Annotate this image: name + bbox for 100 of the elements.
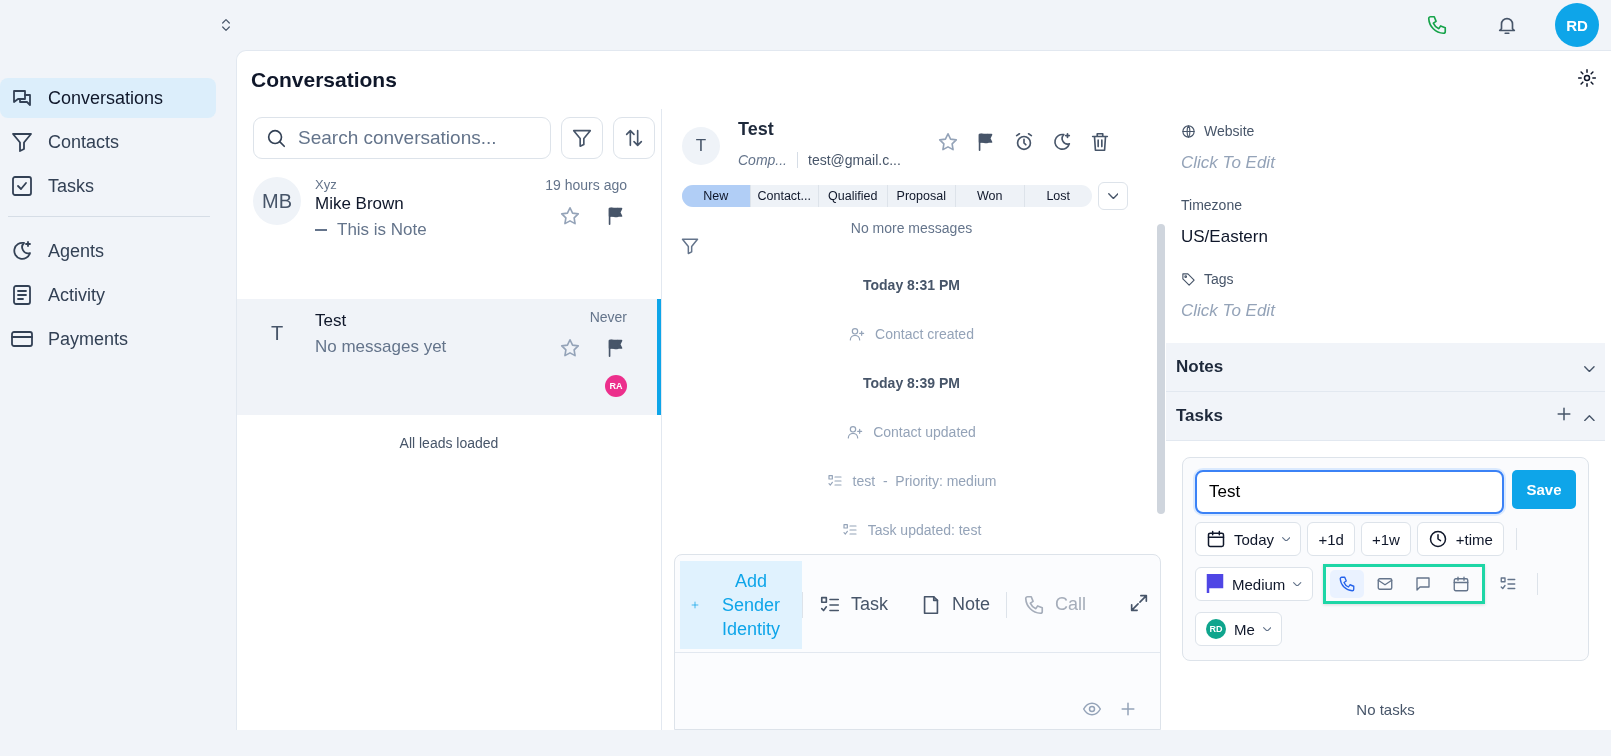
note-dash-icon [315, 229, 327, 231]
checklist-icon [841, 521, 858, 538]
section-title: Tasks [1176, 406, 1223, 426]
filter-button[interactable] [561, 117, 603, 159]
contact-email: test@gmail.c... [808, 152, 901, 168]
timestamp: Never [589, 309, 627, 325]
phone-icon [1337, 575, 1356, 593]
calendar-icon [1206, 529, 1226, 549]
date-separator: Today 8:31 PM [863, 276, 960, 293]
activity-event: Contact updated [873, 423, 976, 440]
filter-icon [680, 236, 700, 256]
date-separator: Today 8:39 PM [863, 374, 960, 391]
envelope-icon [1375, 575, 1394, 593]
checklist-icon [826, 472, 843, 489]
chevron-down-icon [1107, 192, 1119, 200]
date-shortcut-button[interactable]: +1w [1360, 522, 1411, 556]
sidebar-item[interactable]: Tasks [0, 166, 216, 206]
message-preview: No messages yet [315, 337, 447, 357]
contact-avatar: MB [253, 177, 301, 225]
activity-event: Task updated: test [867, 521, 982, 538]
tag-icon [1181, 271, 1196, 287]
chevron-up-icon [1584, 414, 1595, 421]
timeline-notice: No more messages [850, 220, 973, 236]
pipeline-stage[interactable]: Won [955, 185, 1024, 207]
filter-icon [10, 130, 34, 154]
task-title-input[interactable]: Test [1195, 470, 1504, 514]
chevron-down-icon [1262, 626, 1272, 632]
sidebar-item[interactable]: Conversations [0, 78, 216, 118]
search-icon [265, 127, 287, 149]
user-plus-icon [847, 423, 864, 440]
user-plus-icon [849, 325, 866, 342]
globe-icon [1181, 123, 1196, 139]
conversation-row[interactable]: T Test No messages yet Never RA [237, 299, 661, 415]
chevron-down-icon [1282, 536, 1291, 542]
clock-icon [1427, 529, 1448, 549]
date-shortcut-button[interactable]: +1d [1307, 522, 1355, 556]
phone-icon [1023, 593, 1046, 616]
sidebar-item[interactable]: Contacts [0, 122, 216, 162]
chevron-down-icon [1293, 581, 1302, 587]
section-header[interactable]: Tasks [1166, 392, 1605, 441]
contact-name: Test [315, 311, 348, 331]
eye-icon [1082, 699, 1102, 719]
trash-icon [1089, 131, 1111, 153]
sort-button[interactable] [613, 117, 655, 159]
composer-tab[interactable]: Note [904, 560, 1007, 649]
pipeline-stage[interactable]: Contact... [749, 185, 818, 207]
contact-name: Test [738, 119, 775, 140]
sidebar-item[interactable]: Activity [0, 275, 216, 315]
field-label: Website [1204, 123, 1255, 139]
document-list-icon [10, 283, 34, 307]
activity-event: Contact created [875, 325, 974, 342]
message-preview: This is Note [337, 220, 427, 240]
pipeline-stage[interactable]: New [682, 185, 750, 207]
field-value[interactable]: US/Eastern [1181, 227, 1605, 247]
chat-bubble-icon [1413, 575, 1432, 593]
empty-tasks-message: No tasks [1355, 701, 1416, 718]
time-button[interactable]: +time [1416, 522, 1504, 556]
field-label: Timezone [1181, 197, 1242, 213]
calendar-icon [1451, 575, 1470, 593]
star-icon [559, 205, 581, 227]
plus-icon [690, 599, 700, 610]
company-name: Xyz [315, 177, 338, 192]
stage-dropdown-button[interactable] [1098, 182, 1128, 210]
search-field[interactable]: Search conversations... [253, 117, 551, 159]
chevron-down-icon [1584, 365, 1595, 372]
field-label: Tags [1204, 271, 1234, 287]
activity-event: test - Priority: medium [852, 472, 997, 489]
checkbox-icon [10, 174, 34, 198]
due-date-dropdown[interactable]: Today [1195, 522, 1302, 556]
assignee-dropdown[interactable]: RD Me [1195, 612, 1283, 646]
sparkle-moon-icon [10, 239, 34, 263]
task-type-button[interactable] [1329, 570, 1364, 598]
page-title: Conversations [251, 68, 397, 92]
company-field[interactable]: Comp... [738, 152, 798, 168]
phone-icon [1426, 14, 1448, 36]
settings-icon [1577, 68, 1597, 88]
assignee-avatar: RD [1206, 619, 1226, 639]
sidebar-item[interactable]: Payments [0, 319, 216, 359]
pipeline-stage[interactable]: Lost [1023, 185, 1092, 207]
sparkle-moon-icon [1051, 131, 1073, 153]
conversation-row[interactable]: MB Xyz Mike Brown This is Note 19 hours ago [237, 167, 661, 297]
pipeline-stage[interactable]: Qualified [818, 185, 887, 207]
filter-icon [571, 127, 593, 149]
scrollbar[interactable] [1157, 224, 1165, 514]
timestamp: 19 hours ago [545, 177, 627, 193]
list-status: All leads loaded [398, 435, 500, 451]
contact-name: Mike Brown [315, 194, 405, 214]
section-header[interactable]: Notes [1166, 343, 1605, 392]
contact-avatar: T [682, 127, 720, 165]
section-title: Notes [1176, 357, 1224, 377]
star-icon [559, 337, 581, 359]
alarm-clock-icon [1013, 131, 1035, 153]
assignee-badge: RA [605, 375, 627, 397]
star-icon [937, 131, 959, 153]
pipeline-stage[interactable]: Proposal [886, 185, 955, 207]
composer-tab[interactable]: Task [803, 560, 904, 649]
priority-dropdown[interactable]: Medium [1195, 567, 1313, 601]
sidebar-item[interactable]: Agents [0, 231, 216, 271]
sort-arrows-icon [623, 127, 645, 149]
contact-avatar: T [269, 320, 285, 346]
